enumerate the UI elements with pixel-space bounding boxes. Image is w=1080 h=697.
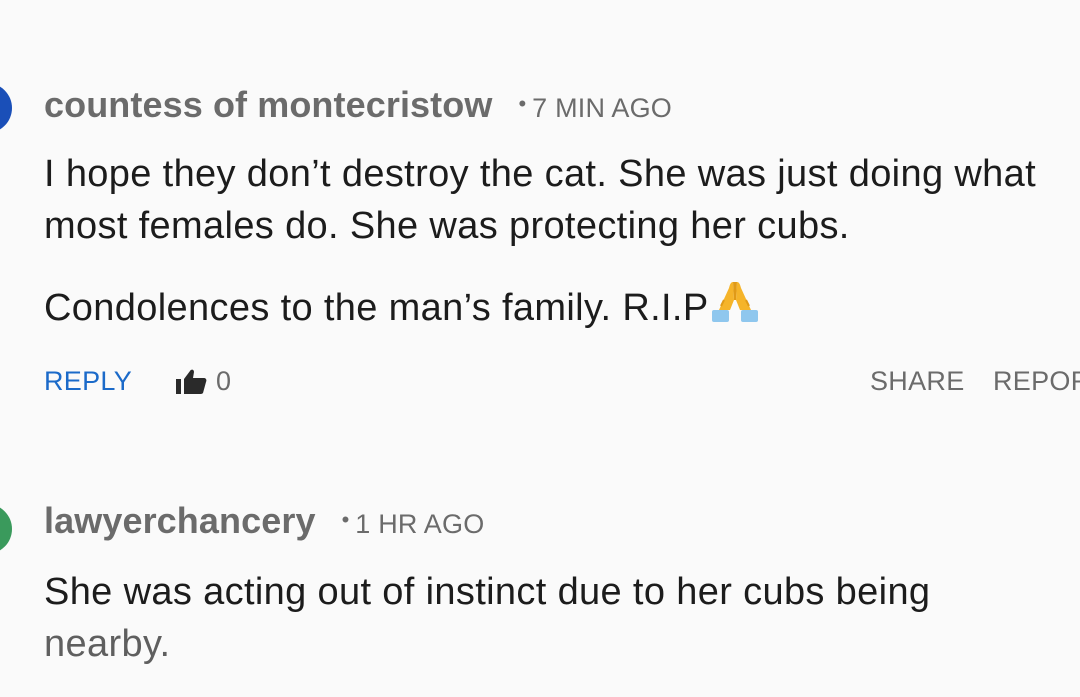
comment-body-second-paragraph: Condolences to the man’s family. R.I.P [44, 280, 1064, 336]
thumbs-up-icon [176, 369, 207, 394]
like-count: 0 [216, 366, 232, 396]
like-button[interactable]: 0 [174, 366, 231, 397]
avatar[interactable] [0, 504, 12, 554]
timestamp: 7 MIN AGO [532, 93, 673, 123]
comment-header: countess of montecristow • 7 MIN AGO [44, 84, 672, 126]
separator-dot: • [518, 91, 527, 116]
comment-header: lawyerchancery • 1 HR AGO [44, 500, 484, 542]
comment-line-2: nearby. [44, 623, 171, 665]
comment-line-1: She was acting out of instinct due to he… [44, 571, 931, 613]
comment-body: I hope they don’t destroy the cat. She w… [44, 153, 1037, 247]
avatar[interactable] [0, 83, 12, 133]
separator-dot: • [341, 507, 350, 532]
comment-actions: REPLY 0 SHARE REPOR [44, 366, 1080, 402]
comment-body: She was acting out of instinct due to he… [44, 566, 1064, 670]
folded-hands-icon [711, 280, 759, 336]
report-button[interactable]: REPOR [993, 366, 1080, 397]
timestamp: 1 HR AGO [355, 509, 485, 539]
share-button[interactable]: SHARE [870, 366, 965, 397]
comment-text: Condolences to the man’s family. R.I.P [44, 287, 709, 329]
username[interactable]: countess of montecristow [44, 84, 492, 126]
reply-button[interactable]: REPLY [44, 366, 132, 397]
username[interactable]: lawyerchancery [44, 500, 316, 542]
